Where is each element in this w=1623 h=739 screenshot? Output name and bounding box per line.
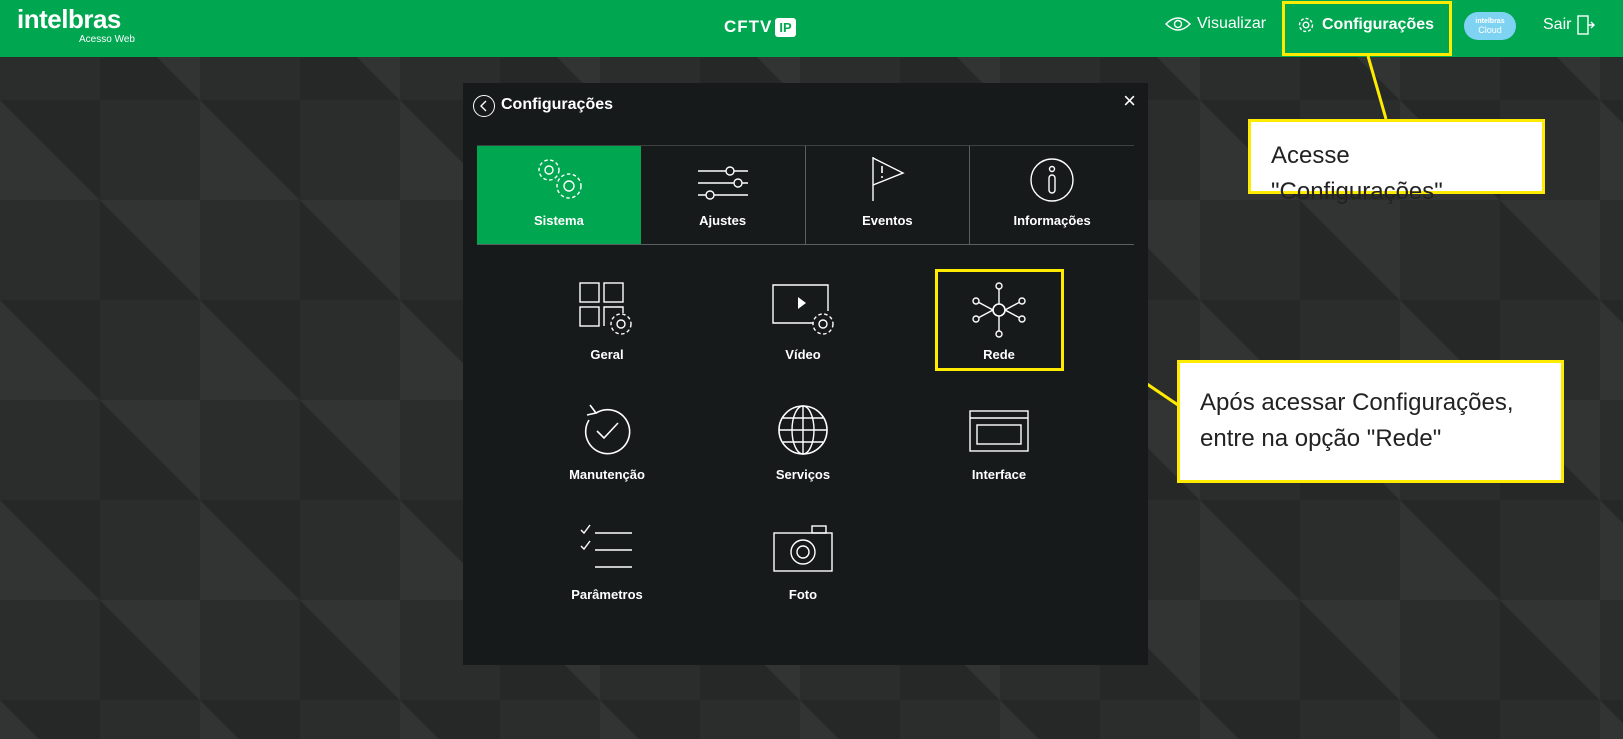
callout-rede-line1: Após acessar Configurações, — [1200, 389, 1514, 416]
item-interface[interactable]: Interface — [934, 401, 1064, 482]
window-icon — [969, 410, 1029, 452]
gears-icon — [538, 159, 582, 199]
item-servicos[interactable]: Serviços — [738, 401, 868, 482]
flag-icon — [872, 157, 906, 201]
tab-sistema-label: Sistema — [533, 213, 584, 228]
callout-rede: Após acessar Configurações, entre na opç… — [1177, 360, 1564, 483]
dialog-title: Configurações — [501, 96, 614, 113]
nav-visualizar[interactable]: Visualizar — [1165, 15, 1266, 33]
item-manutencao-label: Manutenção — [569, 467, 645, 482]
tab-ajustes[interactable]: Ajustes — [641, 146, 806, 244]
item-foto[interactable]: Foto — [738, 521, 868, 602]
item-manutencao[interactable]: Manutenção — [542, 401, 672, 482]
item-geral[interactable]: Geral — [542, 281, 672, 362]
logo-subtitle: Acesso Web — [79, 34, 135, 45]
close-button[interactable]: × — [1123, 88, 1136, 114]
settings-tabs: Sistema Ajustes Eventos Informações — [477, 145, 1134, 245]
back-button[interactable] — [473, 95, 495, 117]
video-gear-icon — [772, 284, 834, 335]
tab-informacoes[interactable]: Informações — [970, 146, 1134, 244]
item-video[interactable]: Vídeo — [738, 281, 868, 362]
callout-rede-line2: entre na opção "Rede" — [1200, 425, 1442, 452]
callout-configuracoes-text: Acesse "Configurações" — [1271, 142, 1443, 205]
grid-gear-icon — [579, 282, 632, 335]
item-foto-label: Foto — [788, 587, 818, 602]
globe-icon — [778, 405, 828, 455]
highlight-rede — [935, 269, 1064, 371]
camera-icon — [773, 525, 833, 572]
checklist-icon — [580, 524, 632, 568]
highlight-configuracoes — [1282, 1, 1452, 56]
intelbras-logo: intelbras Acesso Web — [17, 4, 135, 45]
callout-configuracoes: Acesse "Configurações" — [1248, 119, 1545, 205]
item-geral-label: Geral — [590, 347, 624, 362]
item-parametros[interactable]: Parâmetros — [542, 521, 672, 602]
nav-sair[interactable]: Sair — [1543, 15, 1596, 35]
nav-visualizar-label: Visualizar — [1197, 15, 1267, 32]
item-parametros-label: Parâmetros — [571, 587, 643, 602]
item-video-label: Vídeo — [785, 347, 821, 362]
product-text: CFTV — [724, 17, 773, 36]
nav-intelbras-cloud[interactable]: intelbras Cloud — [1464, 12, 1516, 40]
cloud-icon: intelbras Cloud — [1464, 12, 1516, 40]
tab-sistema[interactable]: Sistema — [477, 146, 641, 244]
tab-informacoes-label: Informações — [1013, 213, 1091, 228]
logo-text: intelbras — [17, 4, 121, 34]
sliders-icon — [697, 166, 748, 200]
info-icon — [1030, 158, 1074, 202]
restore-check-icon — [584, 404, 631, 455]
chevron-left-icon — [480, 100, 487, 112]
item-interface-label: Interface — [971, 467, 1027, 482]
settings-dialog: Configurações × Sistema Ajustes Eventos … — [463, 83, 1148, 665]
tab-eventos[interactable]: Eventos — [806, 146, 971, 244]
tab-eventos-label: Eventos — [862, 213, 913, 228]
cloud-label: Cloud — [1478, 25, 1502, 35]
item-servicos-label: Serviços — [775, 467, 831, 482]
connector-config — [1366, 55, 1388, 120]
exit-icon — [1577, 15, 1596, 35]
product-badge: IP — [775, 17, 796, 37]
product-logo: CFTV IP — [724, 17, 796, 37]
tab-ajustes-label: Ajustes — [699, 213, 747, 228]
nav-sair-label: Sair — [1543, 16, 1572, 33]
eye-icon — [1165, 17, 1191, 31]
